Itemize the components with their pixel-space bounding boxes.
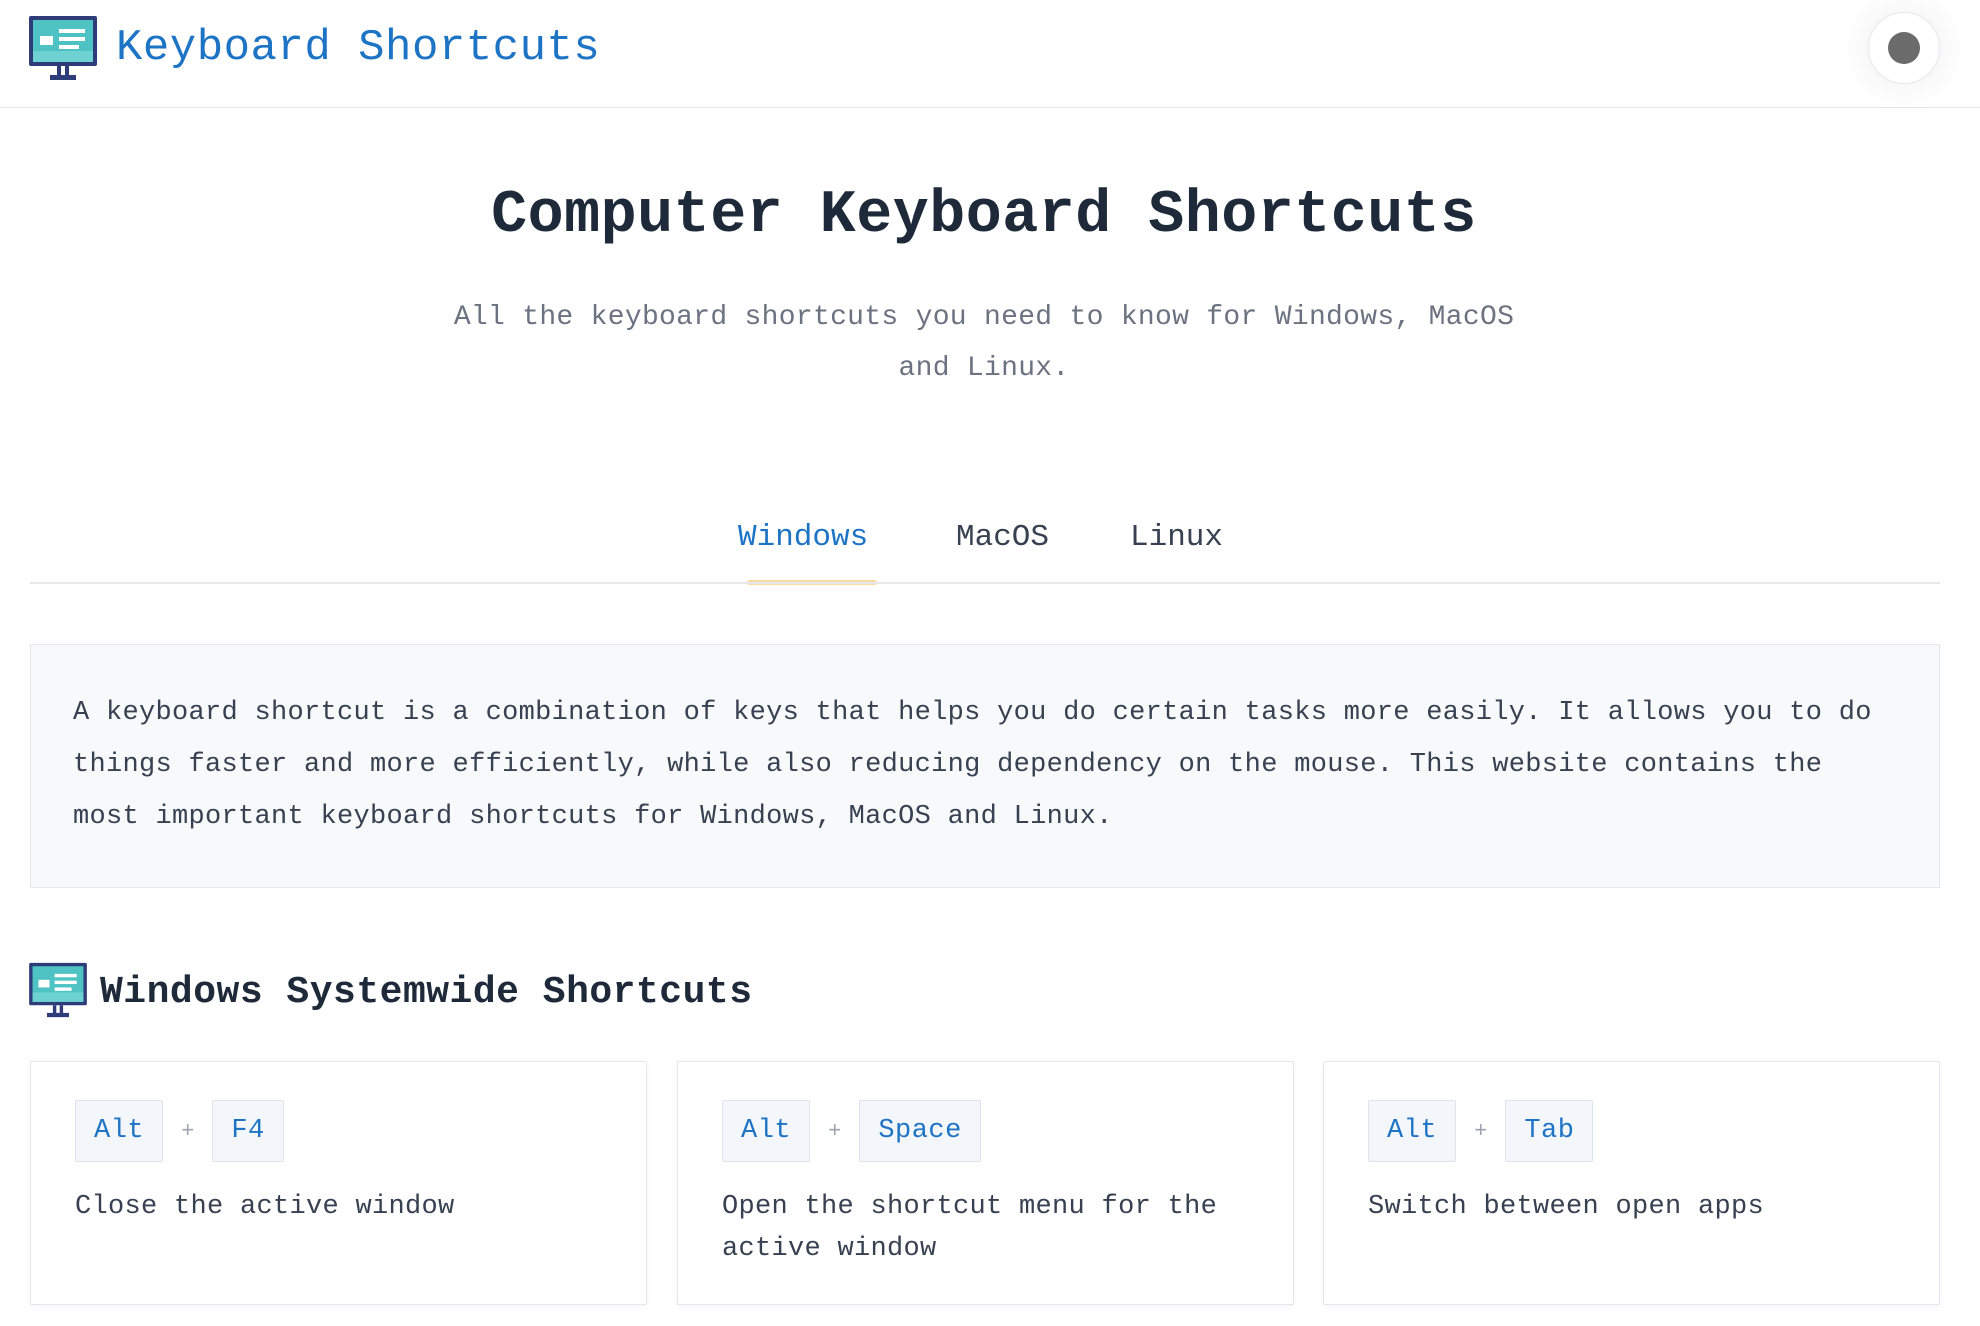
top-bar: Keyboard Shortcuts — [0, 0, 1980, 108]
plus-sign: + — [828, 1118, 842, 1144]
key-cap: Alt — [1368, 1100, 1457, 1162]
theme-toggle-button[interactable] — [1868, 12, 1940, 84]
tab-linux[interactable]: Linux — [1130, 510, 1223, 566]
key-cap: Alt — [722, 1100, 811, 1162]
theme-toggle-icon — [1888, 32, 1920, 64]
key-cap: Space — [859, 1100, 981, 1162]
plus-sign: + — [181, 1118, 195, 1144]
shortcut-card: Alt + Space Open the shortcut menu for t… — [677, 1061, 1294, 1305]
os-tabs: Windows MacOS Linux — [0, 510, 1968, 586]
page-title: Computer Keyboard Shortcuts — [491, 182, 1477, 250]
shortcut-card: Alt + Tab Switch between open apps — [1323, 1061, 1940, 1305]
key-cap: Alt — [75, 1100, 164, 1162]
page-subtitle: All the keyboard shortcuts you need to k… — [453, 302, 1515, 384]
shortcut-description: Close the active window — [75, 1192, 455, 1222]
key-combo: Alt + F4 — [75, 1100, 602, 1162]
monitor-icon[interactable] — [28, 15, 98, 81]
brand-link[interactable]: Keyboard Shortcuts — [116, 20, 600, 76]
tab-macos[interactable]: MacOS — [956, 510, 1049, 566]
intro-text: A keyboard shortcut is a combination of … — [73, 698, 1872, 832]
key-cap: F4 — [212, 1100, 284, 1162]
tabs-divider — [30, 582, 1940, 584]
monitor-icon — [29, 962, 87, 1018]
section-title: Windows Systemwide Shortcuts — [100, 971, 753, 1014]
tab-windows[interactable]: Windows — [738, 510, 868, 566]
shortcut-description: Switch between open apps — [1368, 1192, 1765, 1222]
shortcut-description: Open the shortcut menu for the active wi… — [722, 1192, 1218, 1264]
intro-box: A keyboard shortcut is a combination of … — [30, 644, 1940, 888]
shortcut-card: Alt + F4 Close the active window — [30, 1061, 647, 1305]
key-cap: Tab — [1505, 1100, 1594, 1162]
key-combo: Alt + Tab — [1368, 1100, 1895, 1162]
key-combo: Alt + Space — [722, 1100, 1249, 1162]
plus-sign: + — [1474, 1118, 1488, 1144]
